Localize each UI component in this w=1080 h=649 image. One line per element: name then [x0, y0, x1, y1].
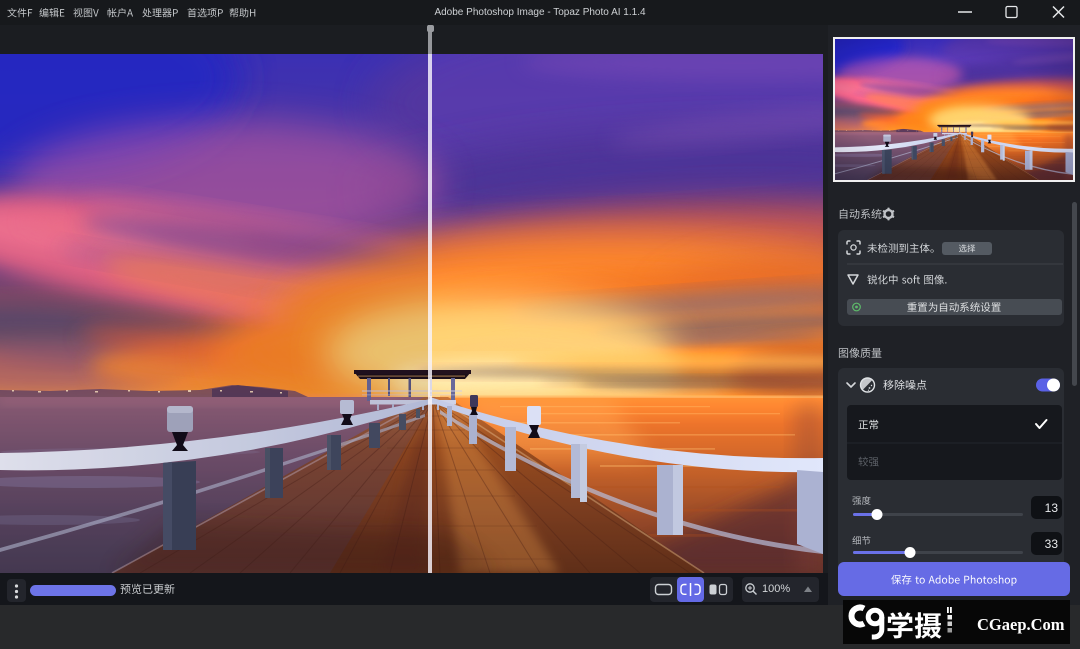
- svg-text:33: 33: [1045, 537, 1059, 551]
- svg-text:CGaep.Com: CGaep.Com: [977, 615, 1065, 634]
- svg-text:13: 13: [1045, 501, 1059, 515]
